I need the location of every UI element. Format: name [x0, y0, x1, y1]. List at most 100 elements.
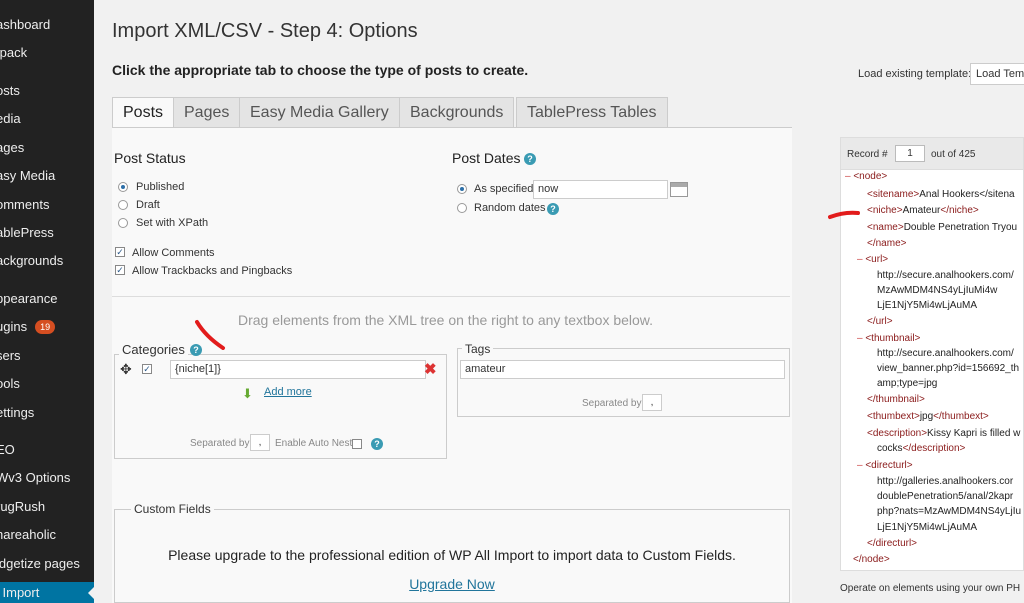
xml-node-line[interactable]: http://secure.analhookers.com/ [877, 270, 1014, 281]
section-divider [112, 296, 790, 297]
tags-separator-input[interactable]: , [642, 394, 662, 411]
template-select[interactable]: Load Templ [970, 63, 1024, 85]
calendar-icon[interactable] [670, 182, 688, 197]
record-navigator: Record # 1 out of 425 [841, 138, 1023, 170]
xml-node-line[interactable]: – <url> [857, 254, 888, 265]
sidebar-item-wpw3-options[interactable]: Wv3 Options [0, 467, 94, 489]
sidebar-item-users[interactable]: sers [0, 345, 94, 367]
xml-tree-panel: Record # 1 out of 425 – <node> <sitename>… [840, 137, 1024, 571]
sidebar-item-settings[interactable]: ettings [0, 402, 94, 424]
xml-node-line[interactable]: <name>Double Penetration Tryou [867, 222, 1017, 233]
annotation-mark [828, 210, 860, 219]
record-input[interactable]: 1 [895, 145, 925, 162]
help-icon[interactable]: ? [547, 203, 559, 215]
tab-tablepress-tables[interactable]: TablePress Tables [516, 97, 668, 128]
xml-node-line[interactable]: <niche>Amateur</niche> [867, 205, 979, 216]
category-input[interactable]: {niche[1]} [170, 360, 426, 379]
status-xpath-radio[interactable] [118, 218, 128, 228]
admin-sidebar: ashboard tpack osts edia ages asy Media omment… [0, 0, 94, 603]
add-more-link[interactable]: Add more [264, 386, 312, 398]
sidebar-item-media[interactable]: edia [0, 108, 94, 130]
sidebar-item-drugrush[interactable]: rugRush [0, 496, 94, 518]
status-published-radio[interactable] [118, 182, 128, 192]
help-icon[interactable]: ? [524, 153, 536, 165]
tab-easy-media-gallery[interactable]: Easy Media Gallery [239, 97, 400, 128]
tags-input[interactable]: amateur [460, 360, 785, 379]
xml-node-line[interactable]: <thumbext>jpg</thumbext> [867, 411, 989, 422]
upgrade-message: Please upgrade to the professional editi… [168, 547, 736, 563]
sidebar-item-dashboard[interactable]: ashboard [0, 14, 94, 36]
dates-random-radio[interactable] [457, 203, 467, 213]
xml-node-line[interactable]: cocks</description> [877, 443, 965, 454]
sidebar-item-comments[interactable]: omments [0, 194, 94, 216]
sidebar-item-all-import[interactable]: l Import [0, 582, 94, 603]
sidebar-item-label: ablePress [0, 225, 54, 240]
sidebar-item-widgetize-pages[interactable]: idgetize pages [0, 553, 94, 575]
xml-node-line[interactable]: doublePenetration5/anal/2kapr [877, 491, 1013, 502]
sidebar-item-appearance[interactable]: ppearance [0, 288, 94, 310]
dates-specified-label: As specified [474, 183, 534, 195]
post-dates-title: Post Dates [452, 150, 521, 166]
auto-nest-checkbox[interactable] [352, 439, 362, 449]
tab-backgrounds[interactable]: Backgrounds [399, 97, 515, 128]
xml-node-line[interactable]: <sitename>Anal Hookers</sitena [867, 189, 1015, 200]
delete-icon[interactable]: ✖ [424, 360, 437, 378]
sidebar-item-label: ackgrounds [0, 253, 64, 268]
xml-node-line[interactable]: LjE1NjY5Mi4wLjAuMA [877, 300, 977, 311]
tab-posts[interactable]: Posts [112, 97, 175, 129]
xml-node-line[interactable]: amp;type=jpg [877, 378, 937, 389]
xml-node-line[interactable]: </thumbnail> [867, 394, 925, 405]
sidebar-item-tools[interactable]: ools [0, 373, 94, 395]
sidebar-item-label: ashboard [0, 17, 51, 32]
record-total: out of 425 [931, 149, 976, 160]
dates-specified-radio[interactable] [457, 184, 467, 194]
tab-pages[interactable]: Pages [173, 97, 241, 128]
upgrade-now-link[interactable]: Upgrade Now [112, 576, 792, 592]
auto-nest-label: Enable Auto Nest [275, 438, 353, 449]
xml-node-line[interactable]: LjE1NjY5Mi4wLjAuMA [877, 522, 977, 533]
categories-title: Categories [119, 342, 188, 357]
move-icon[interactable]: ✥ [120, 362, 132, 376]
xml-node-line[interactable]: <description>Kissy Kapri is filled w [867, 428, 1020, 439]
sidebar-item-easy-media[interactable]: asy Media [0, 165, 94, 187]
xml-node-line[interactable]: – <node> [845, 171, 887, 182]
sidebar-item-backgrounds[interactable]: ackgrounds [0, 250, 94, 272]
date-input[interactable]: now [533, 180, 668, 199]
allow-comments-checkbox[interactable]: ✓ [115, 247, 125, 257]
drag-hint: Drag elements from the XML tree on the r… [238, 312, 654, 328]
xml-node-line[interactable]: php?nats=MzAwMDM4NS4yLjIu [877, 506, 1021, 517]
category-checkbox[interactable]: ✓ [142, 364, 152, 374]
sidebar-item-posts[interactable]: osts [0, 80, 94, 102]
xml-node-line[interactable]: http://galleries.analhookers.cor [877, 476, 1013, 487]
allow-comments-label: Allow Comments [132, 247, 215, 259]
sidebar-item-label: rugRush [0, 499, 46, 514]
sidebar-item-jetpack[interactable]: tpack [0, 42, 94, 64]
sidebar-item-pages[interactable]: ages [0, 137, 94, 159]
xml-node-line[interactable]: </name> [867, 238, 906, 249]
xml-node-line[interactable]: MzAwMDM4NS4yLjIuMi4w [877, 285, 997, 296]
dates-random-label: Random dates [474, 202, 546, 214]
help-icon[interactable]: ? [371, 438, 383, 450]
annotation-mark [195, 320, 225, 350]
xml-node-line[interactable]: – <thumbnail> [857, 333, 920, 344]
xml-node-line[interactable]: http://secure.analhookers.com/ [877, 348, 1014, 359]
tags-separator-label: Separated by [582, 398, 642, 409]
xml-node-line[interactable]: view_banner.php?id=156692_th [877, 363, 1019, 374]
sidebar-item-seo[interactable]: EO [0, 439, 94, 461]
categories-separator-label: Separated by [190, 438, 250, 449]
add-arrow-icon: ⬇ [242, 386, 253, 401]
categories-separator-input[interactable]: , [250, 434, 270, 451]
sidebar-item-plugins[interactable]: ugins 19 [0, 316, 94, 338]
sidebar-item-label: l Import [0, 585, 40, 600]
template-label: Load existing template: [858, 68, 972, 80]
xml-node-line[interactable]: </url> [867, 316, 893, 327]
sidebar-item-shareaholic[interactable]: hareaholic [0, 524, 94, 546]
xml-node-line[interactable]: </node> [853, 554, 890, 565]
status-xpath-label: Set with XPath [136, 217, 209, 229]
xml-node-line[interactable]: </directurl> [867, 538, 917, 549]
xml-node-line[interactable]: – <directurl> [857, 460, 913, 471]
allow-trackbacks-checkbox[interactable]: ✓ [115, 265, 125, 275]
status-draft-radio[interactable] [118, 200, 128, 210]
sidebar-item-tablepress[interactable]: ablePress [0, 222, 94, 244]
sidebar-item-label: Wv3 Options [0, 470, 71, 485]
